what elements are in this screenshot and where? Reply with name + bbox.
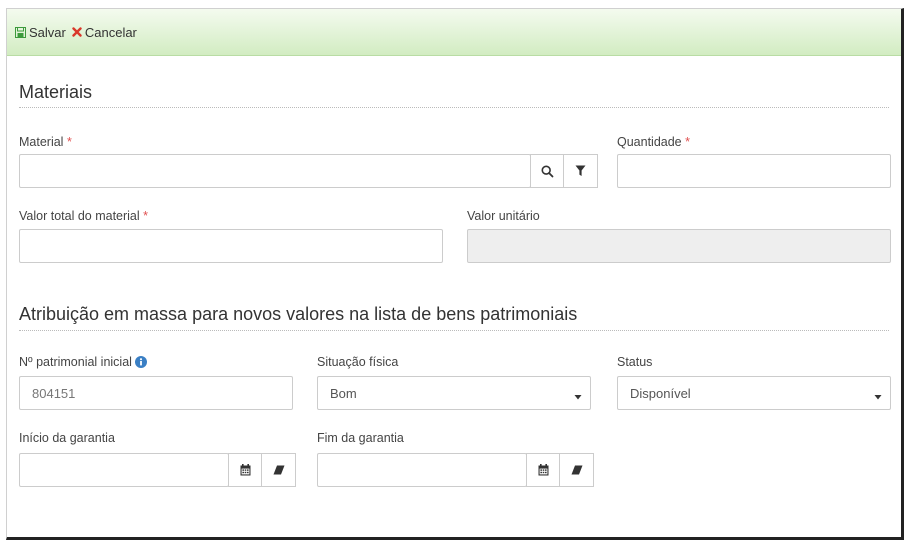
status-label: Status <box>617 355 653 369</box>
unit-value-label: Valor unitário <box>467 209 540 223</box>
total-value-label: Valor total do material * <box>19 209 148 223</box>
material-filter-button[interactable] <box>564 154 598 188</box>
physical-condition-value: Bom <box>330 385 357 401</box>
search-icon <box>540 164 554 178</box>
section-divider <box>19 107 889 108</box>
required-mark: * <box>143 209 149 223</box>
close-icon <box>72 27 82 37</box>
mass-assignment-section-title: Atribuição em massa para novos valores n… <box>19 304 578 324</box>
calendar-icon <box>538 464 549 476</box>
material-label-text: Material <box>19 135 64 149</box>
quantity-label-text: Quantidade <box>617 135 682 149</box>
eraser-icon <box>571 465 583 475</box>
warranty-end-label: Fim da garantia <box>317 431 404 445</box>
status-value: Disponível <box>630 385 691 401</box>
eraser-icon <box>273 465 285 475</box>
cancel-button[interactable]: Cancelar <box>72 25 137 40</box>
initial-number-input[interactable]: 804151 <box>19 376 293 410</box>
caret-down-icon <box>574 389 582 404</box>
caret-down-icon <box>874 389 882 404</box>
info-icon[interactable] <box>134 356 147 368</box>
initial-number-label-text: Nº patrimonial inicial <box>19 355 132 369</box>
calendar-icon <box>240 464 251 476</box>
warranty-start-label: Início da garantia <box>19 431 115 445</box>
form-panel: Salvar Cancelar Materiais Material * Qua… <box>6 8 904 540</box>
cancel-label: Cancelar <box>84 24 137 40</box>
physical-condition-select[interactable]: Bom <box>317 376 591 410</box>
save-button[interactable]: Salvar <box>15 25 66 40</box>
total-value-label-text: Valor total do material <box>19 209 140 223</box>
filter-icon <box>575 165 586 177</box>
required-mark: * <box>685 135 690 149</box>
section-divider <box>19 330 889 331</box>
warranty-start-calendar-button[interactable] <box>228 453 262 487</box>
material-search-button[interactable] <box>530 154 564 188</box>
unit-value-input <box>467 229 891 263</box>
quantity-label: Quantidade * <box>617 135 690 149</box>
material-label: Material * <box>19 135 72 149</box>
warranty-start-input[interactable] <box>19 453 229 487</box>
materials-section-title: Materiais <box>19 82 93 102</box>
save-label: Salvar <box>29 24 66 40</box>
warranty-end-input[interactable] <box>317 453 527 487</box>
floppy-icon <box>15 26 26 38</box>
material-input[interactable] <box>19 154 531 188</box>
initial-number-label: Nº patrimonial inicial <box>19 355 147 369</box>
toolbar: Salvar Cancelar <box>7 9 901 56</box>
total-value-input[interactable] <box>19 229 443 263</box>
quantity-input[interactable] <box>617 154 891 188</box>
warranty-start-clear-button[interactable] <box>262 453 296 487</box>
warranty-end-calendar-button[interactable] <box>526 453 560 487</box>
warranty-end-clear-button[interactable] <box>560 453 594 487</box>
status-select[interactable]: Disponível <box>617 376 891 410</box>
physical-condition-label: Situação física <box>317 355 399 369</box>
required-mark: * <box>66 135 72 149</box>
